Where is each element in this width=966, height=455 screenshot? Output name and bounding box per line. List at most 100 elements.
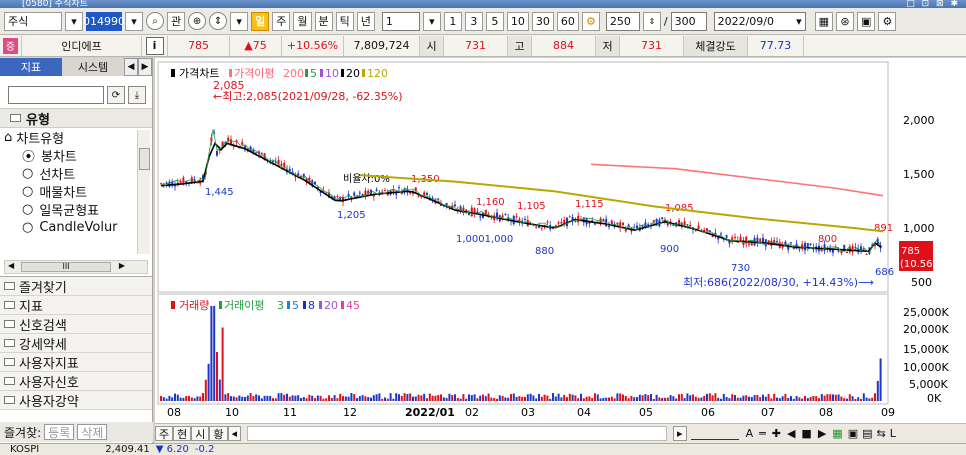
dropdown-icon[interactable]: ▾ [65, 11, 83, 31]
scroll-right-icon[interactable]: ▶ [119, 261, 125, 270]
chart-area[interactable]: 가격차트 가격이평 200 5 10 20 120 ←최고:2,085(2021… [155, 58, 966, 443]
current-price: 785 [168, 35, 230, 56]
volume-axis: 25,000K 20,000K 15,000K 10,000K 5,000K 0… [903, 306, 949, 405]
volume-bar [834, 394, 837, 401]
menu-favorites[interactable]: 즐겨찾기 [0, 277, 152, 296]
indicator-search-input[interactable] [8, 86, 104, 104]
option-line[interactable]: ○ 선차트 [0, 164, 152, 183]
menu-indicator[interactable]: 지표 [0, 296, 152, 315]
tab-status[interactable]: 황 [209, 426, 228, 441]
register-button[interactable]: 등록 [44, 424, 75, 440]
count-input[interactable]: 250 [605, 11, 640, 31]
line-icon[interactable]: ═ [759, 427, 766, 440]
total-input[interactable]: 300 [670, 11, 707, 31]
scroll-track[interactable] [247, 426, 668, 441]
period-day-button[interactable]: 일 [251, 11, 270, 31]
arrow-left-icon[interactable]: ◂ [227, 426, 242, 441]
tab-current[interactable]: 현 [173, 426, 192, 441]
volume-bar [756, 394, 759, 401]
stop-icon[interactable]: ■ [801, 427, 811, 440]
option-candle[interactable]: ⦿ 봉차트 [0, 146, 152, 165]
option-ichimoku[interactable]: ○ 일목균형표 [0, 200, 152, 219]
tab-next-icon[interactable]: ▶ [138, 58, 152, 76]
info-button[interactable]: i [145, 36, 164, 55]
arrow-right-icon[interactable]: ▸ [673, 426, 687, 441]
minute-3-button[interactable]: 3 [464, 11, 483, 31]
tree-root-chart-type[interactable]: ⌂ 차트유형 [0, 128, 152, 147]
disk-icon[interactable]: ▣ [857, 11, 876, 31]
tab-indicator[interactable]: 지표 [0, 58, 62, 76]
plus-icon[interactable]: ✚ [772, 427, 781, 440]
spin-icon[interactable]: ⇕ [209, 12, 228, 30]
date-dropdown-icon[interactable]: ▾ [796, 15, 802, 28]
window-controls[interactable]: □ ⊡ ⊠ ✱ [906, 0, 960, 8]
x-axis-label: 05 [639, 406, 653, 419]
period-month-button[interactable]: 월 [293, 11, 312, 31]
volume-bar [700, 397, 703, 401]
market-select[interactable]: 주식 [4, 11, 62, 31]
count-spinner-icon[interactable]: ⇕ [642, 11, 661, 31]
status-value: 2,409.41 [105, 444, 150, 455]
menu-signal-search[interactable]: 신호검색 [0, 315, 152, 334]
text-a-icon[interactable]: A [746, 427, 754, 440]
volume-bar [356, 398, 358, 401]
interval-dropdown-icon[interactable]: ▾ [422, 11, 441, 31]
refresh-icon[interactable]: ⟳ [107, 86, 125, 104]
minute-1-button[interactable]: 1 [443, 11, 462, 31]
menu-user-indicator[interactable]: 사용자지표 [0, 353, 152, 372]
volume-bar [162, 397, 165, 401]
stock-code-input[interactable]: 014990 [83, 11, 125, 31]
horizontal-scrollbar[interactable]: ◀ III ▶ [4, 260, 148, 274]
list-scrollbar[interactable] [137, 130, 150, 254]
scroll-thumb[interactable]: III [21, 262, 111, 272]
interest-button[interactable]: 관 [167, 11, 186, 31]
grid-icon[interactable]: ▦ [832, 427, 842, 440]
volume-bar [647, 395, 650, 401]
zoom-bar-icon[interactable] [690, 428, 739, 440]
prev-icon[interactable]: ◀ [787, 427, 795, 440]
volume-bar [636, 397, 638, 401]
menu-strength[interactable]: 강세약세 [0, 334, 152, 353]
disk-icon[interactable]: ▣ [848, 427, 858, 440]
minute-30-button[interactable]: 30 [531, 11, 554, 31]
download-icon[interactable]: ⤓ [128, 86, 146, 104]
volume-bar [697, 397, 700, 401]
option-volume-profile[interactable]: ○ 매물차트 [0, 182, 152, 201]
period-tick-button[interactable]: 틱 [335, 11, 354, 31]
link-icon[interactable]: ⊕ [188, 12, 207, 30]
chart-icon[interactable]: ▤ [862, 427, 872, 440]
search-icon[interactable]: ⌕ [146, 12, 164, 30]
next-icon[interactable]: ▶ [818, 427, 826, 440]
delete-button[interactable]: 삭제 [77, 424, 108, 440]
code-dropdown-icon[interactable]: ▾ [125, 11, 143, 31]
section-type-header[interactable]: 유형 [0, 108, 152, 128]
list-scroll-thumb[interactable] [139, 148, 150, 170]
L-icon[interactable]: L [890, 427, 896, 440]
settings-icon[interactable]: ⚙ [878, 11, 897, 31]
option-candle-volume[interactable]: ○ CandleVolur [0, 218, 136, 236]
arrow-left-right-icon[interactable]: ⇆ [877, 427, 886, 440]
volume-bar [608, 397, 610, 401]
vol-tick-25000: 25,000K [903, 306, 949, 319]
settings-small-icon[interactable]: ⚙ [581, 11, 600, 31]
scroll-left-icon[interactable]: ◀ [8, 261, 14, 270]
minute-60-button[interactable]: 60 [556, 11, 579, 31]
stock-chart-svg[interactable]: 가격차트 가격이평 200 5 10 20 120 ←최고:2,085(2021… [155, 58, 966, 423]
magnify-icon[interactable]: ⊛ [836, 11, 854, 31]
menu-user-strength[interactable]: 사용자강약 [0, 391, 152, 410]
period-year-button[interactable]: 년 [356, 11, 375, 31]
table-icon[interactable]: ▦ [814, 11, 833, 31]
interval-input[interactable]: 1 [381, 11, 420, 31]
period-minute-button[interactable]: 분 [314, 11, 333, 31]
tab-stock[interactable]: 주 [155, 426, 174, 441]
period-week-button[interactable]: 주 [272, 11, 291, 31]
date-input[interactable]: 2022/09/0 ▾ [713, 11, 806, 31]
tab-prev-icon[interactable]: ◀ [124, 58, 138, 76]
candle-body [272, 160, 274, 162]
menu-user-signal[interactable]: 사용자신호 [0, 372, 152, 391]
minute-5-button[interactable]: 5 [485, 11, 504, 31]
tab-system[interactable]: 시스템 [62, 58, 124, 76]
tab-market[interactable]: 시 [191, 426, 210, 441]
minute-10-button[interactable]: 10 [506, 11, 529, 31]
filter-dropdown-icon[interactable]: ▾ [230, 11, 249, 31]
